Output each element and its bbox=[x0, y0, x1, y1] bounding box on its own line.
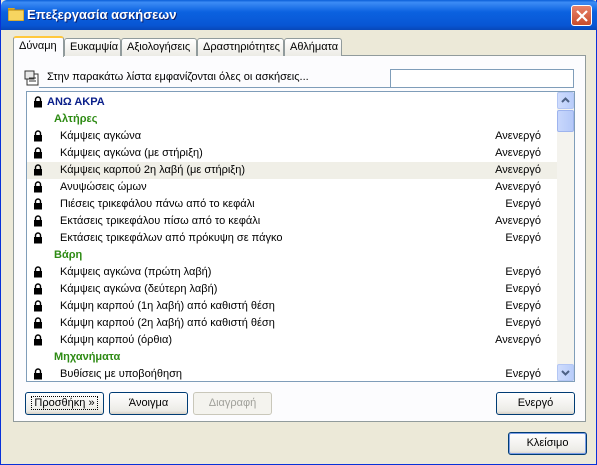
tab-sports[interactable]: Αθλήματα bbox=[284, 38, 342, 56]
category-row[interactable]: ΑΝΩ ΑΚΡΑ bbox=[27, 94, 557, 111]
window-title: Επεξεργασία ασκήσεων bbox=[27, 7, 177, 22]
tab-strength[interactable]: Δύναμη bbox=[13, 36, 64, 57]
row-status: Ανενεργό bbox=[495, 181, 541, 193]
row-name: Κάμψεις αγκώνα bbox=[60, 130, 142, 142]
row-name: Εκτάσεις τρικεφάλου πίσω από το κεφάλι bbox=[60, 215, 261, 227]
row-name: ΑΝΩ ΑΚΡΑ bbox=[47, 96, 105, 108]
add-button[interactable]: Προσθήκη » bbox=[25, 392, 104, 415]
open-button-label: Άνοιγμα bbox=[128, 397, 169, 409]
exercise-row[interactable]: Κάμψεις αγκώνα (πρώτη λαβή) Ενεργό bbox=[27, 264, 557, 281]
row-status: Ενεργό bbox=[505, 198, 541, 210]
exercise-row[interactable]: Πιέσεις τρικεφάλου πάνω από το κεφάλι Ενε… bbox=[27, 196, 557, 213]
row-status: Ανενεργό bbox=[495, 334, 541, 346]
row-status: Ανενεργό bbox=[495, 215, 541, 227]
row-status: Ανενεργό bbox=[495, 130, 541, 142]
lock-icon bbox=[34, 198, 42, 210]
delete-button[interactable]: Διαγραφή bbox=[193, 392, 272, 415]
exercise-row[interactable]: Ανυψώσεις ώμων Ανενεργό bbox=[27, 179, 557, 196]
chevron-up-icon bbox=[561, 97, 570, 103]
row-status: Ανενεργό bbox=[495, 164, 541, 176]
category-row[interactable]: Βάρη bbox=[27, 247, 557, 264]
row-name: Κάμψεις καρπού 2η λαβή (με στήριξη) bbox=[60, 164, 246, 176]
row-name: Εκτάσεις τρικεφάλων από πρόκυψη σε πάγκο bbox=[60, 232, 283, 244]
row-name: Κάμψη καρπού (2η λαβή) από καθιστή θέση bbox=[60, 317, 275, 329]
title-bar[interactable]: Επεξεργασία ασκήσεων bbox=[1, 0, 597, 30]
row-name: Κάμψη καρπού (όρθια) bbox=[60, 334, 172, 346]
toggle-active-button[interactable]: Ενεργό bbox=[496, 392, 575, 415]
list-scrollbar[interactable] bbox=[557, 92, 574, 381]
chevron-down-icon bbox=[561, 370, 570, 376]
row-status: Ανενεργό bbox=[495, 147, 541, 159]
tab-flexibility[interactable]: Ευκαμψία bbox=[64, 38, 121, 56]
close-button-label: Κλείσιμο bbox=[526, 437, 569, 449]
window-close-button[interactable] bbox=[571, 5, 592, 26]
list-info-icon bbox=[24, 70, 39, 86]
exercise-row[interactable]: Κάμψη καρπού (2η λαβή) από καθιστή θέση Ε… bbox=[27, 315, 557, 332]
folder-icon bbox=[8, 8, 24, 21]
row-name: Πιέσεις τρικεφάλου πάνω από το κεφάλι bbox=[60, 198, 255, 210]
row-name: Μηχανήματα bbox=[54, 351, 121, 363]
lock-icon bbox=[34, 215, 42, 227]
exercise-list[interactable]: ΑΝΩ ΑΚΡΑ Αλτήρες Κάμψεις αγκώνα Ανενεργό Κάμ… bbox=[26, 91, 575, 382]
lock-icon bbox=[34, 147, 42, 159]
tab-activities[interactable]: Δραστηριότητες bbox=[197, 38, 284, 56]
row-status: Ενεργό bbox=[505, 317, 541, 329]
lock-icon bbox=[34, 368, 42, 380]
lock-icon bbox=[34, 266, 42, 278]
exercise-row[interactable]: Κάμψεις αγκώνα Ανενεργό bbox=[27, 128, 557, 145]
lock-icon bbox=[34, 317, 42, 329]
row-name: Κάμψεις αγκώνα (δεύτερη λαβή) bbox=[60, 283, 218, 295]
row-name: Βάρη bbox=[54, 249, 83, 261]
exercise-row[interactable]: Κάμψεις αγκώνα (με στήριξη) Ανενεργό bbox=[27, 145, 557, 162]
row-status: Ενεργό bbox=[505, 283, 541, 295]
row-name: Κάμψη καρπού (1η λαβή) από καθιστή θέση bbox=[60, 300, 275, 312]
exercise-row[interactable]: Βυθίσεις με υποβοήθηση Ενεργό bbox=[27, 366, 557, 381]
close-icon bbox=[576, 10, 588, 22]
tab-assessments[interactable]: Αξιολογήσεις bbox=[121, 38, 197, 56]
exercise-row[interactable]: Εκτάσεις τρικεφάλων από πρόκυψη σε πάγκο… bbox=[27, 230, 557, 247]
row-name: Βυθίσεις με υποβοήθηση bbox=[60, 368, 182, 380]
row-status: Ενεργό bbox=[505, 266, 541, 278]
delete-button-label: Διαγραφή bbox=[208, 397, 257, 409]
lock-icon bbox=[34, 130, 42, 142]
lock-icon bbox=[34, 283, 42, 295]
scroll-up-button[interactable] bbox=[557, 92, 574, 109]
search-input[interactable] bbox=[390, 69, 574, 88]
row-name: Κάμψεις αγκώνα (με στήριξη) bbox=[60, 147, 203, 159]
lock-icon bbox=[34, 181, 42, 193]
lock-icon bbox=[34, 334, 42, 346]
row-name: Κάμψεις αγκώνα (πρώτη λαβή) bbox=[60, 266, 212, 278]
scroll-down-button[interactable] bbox=[557, 364, 574, 381]
lock-icon bbox=[34, 164, 42, 176]
list-info-text: Στην παρακάτω λίστα εμφανίζονται όλες οι… bbox=[47, 71, 309, 83]
exercise-row[interactable]: Κάμψη καρπού (όρθια) Ανενεργό bbox=[27, 332, 557, 349]
exercise-row[interactable]: Εκτάσεις τρικεφάλου πίσω από το κεφάλι Αν… bbox=[27, 213, 557, 230]
row-name: Αλτήρες bbox=[54, 113, 98, 125]
lock-icon bbox=[34, 96, 42, 108]
row-name: Ανυψώσεις ώμων bbox=[60, 181, 147, 193]
add-button-label: Προσθήκη » bbox=[31, 396, 98, 410]
exercise-row[interactable]: Κάμψεις καρπού 2η λαβή (με στήριξη) Ανενε… bbox=[27, 162, 557, 179]
exercise-row[interactable]: Κάμψεις αγκώνα (δεύτερη λαβή) Ενεργό bbox=[27, 281, 557, 298]
category-row[interactable]: Μηχανήματα bbox=[27, 349, 557, 366]
exercise-editor-window: Επεξεργασία ασκήσεων Δύναμη Ευκαμψία Αξι… bbox=[0, 0, 597, 465]
scroll-thumb[interactable] bbox=[557, 110, 574, 132]
close-button[interactable]: Κλείσιμο bbox=[508, 432, 587, 455]
toggle-active-label: Ενεργό bbox=[517, 397, 554, 409]
category-row[interactable]: Αλτήρες bbox=[27, 111, 557, 128]
open-button[interactable]: Άνοιγμα bbox=[109, 392, 188, 415]
row-status: Ενεργό bbox=[505, 300, 541, 312]
lock-icon bbox=[34, 232, 42, 244]
row-status: Ενεργό bbox=[505, 368, 541, 380]
exercise-row[interactable]: Κάμψη καρπού (1η λαβή) από καθιστή θέση Ε… bbox=[27, 298, 557, 315]
row-status: Ενεργό bbox=[505, 232, 541, 244]
lock-icon bbox=[34, 300, 42, 312]
